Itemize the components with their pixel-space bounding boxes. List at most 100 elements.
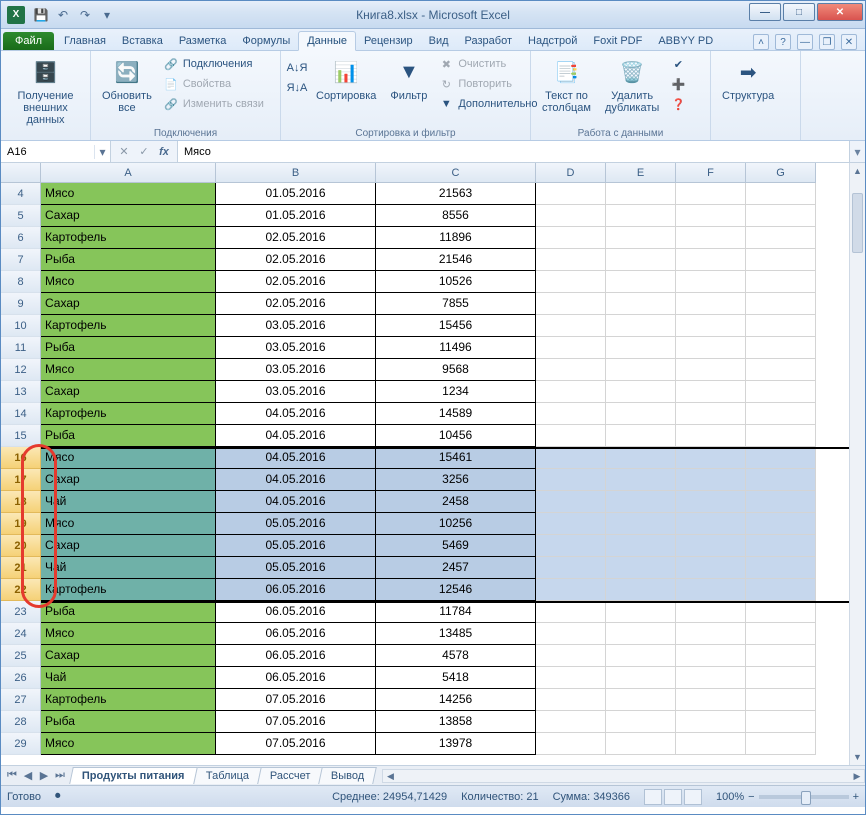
cell[interactable]	[606, 359, 676, 381]
row-header[interactable]: 29	[1, 733, 41, 755]
row-header[interactable]: 17	[1, 469, 41, 491]
tab-file[interactable]: Файл	[3, 32, 54, 50]
cell[interactable]	[606, 667, 676, 689]
cell[interactable]	[676, 623, 746, 645]
cell[interactable]	[676, 645, 746, 667]
get-external-data-button[interactable]: 🗄️ Получение внешних данных	[7, 53, 84, 129]
cell[interactable]: Рыба	[41, 601, 216, 623]
cell[interactable]: 05.05.2016	[216, 535, 376, 557]
sheet-tab[interactable]: Таблица	[193, 767, 262, 784]
cell[interactable]: 21546	[376, 249, 536, 271]
row-header[interactable]: 25	[1, 645, 41, 667]
cell[interactable]	[606, 535, 676, 557]
row-header[interactable]: 24	[1, 623, 41, 645]
cell[interactable]	[536, 425, 606, 447]
row-header[interactable]: 12	[1, 359, 41, 381]
cell[interactable]: Картофель	[41, 403, 216, 425]
hscroll-left-icon[interactable]: ◀	[383, 770, 397, 782]
sort-za-button[interactable]: Я↓А	[287, 79, 307, 97]
sort-button[interactable]: 📊 Сортировка	[311, 53, 381, 105]
sheet-nav-first-icon[interactable]: ⏮	[5, 769, 19, 782]
cell[interactable]: 04.05.2016	[216, 425, 376, 447]
formula-bar-expand-icon[interactable]: ▾	[849, 141, 865, 162]
view-normal-icon[interactable]	[644, 789, 662, 805]
row-header[interactable]: 7	[1, 249, 41, 271]
cell[interactable]	[746, 403, 816, 425]
cell[interactable]: 04.05.2016	[216, 447, 376, 469]
tab-разметка[interactable]: Разметка	[171, 32, 235, 50]
cell[interactable]	[676, 711, 746, 733]
cell[interactable]	[676, 249, 746, 271]
cell[interactable]	[536, 337, 606, 359]
ribbon-minimize-icon[interactable]: ˄	[753, 34, 769, 50]
row-header[interactable]: 28	[1, 711, 41, 733]
cell[interactable]	[536, 271, 606, 293]
cell[interactable]: 06.05.2016	[216, 579, 376, 601]
cell[interactable]: Сахар	[41, 645, 216, 667]
tab-формулы[interactable]: Формулы	[234, 32, 298, 50]
cell[interactable]	[676, 513, 746, 535]
cell[interactable]	[606, 381, 676, 403]
cell[interactable]	[676, 227, 746, 249]
cell[interactable]	[536, 381, 606, 403]
cell[interactable]: 06.05.2016	[216, 667, 376, 689]
tab-главная[interactable]: Главная	[56, 32, 114, 50]
cell[interactable]	[536, 623, 606, 645]
cell[interactable]	[536, 535, 606, 557]
advanced-filter-button[interactable]: ▼Дополнительно	[436, 95, 539, 113]
tab-разработ[interactable]: Разработ	[457, 32, 520, 50]
cell[interactable]: Сахар	[41, 469, 216, 491]
tab-abbyy pd[interactable]: ABBYY PD	[650, 32, 721, 50]
zoom-slider[interactable]	[759, 795, 849, 799]
tab-рецензир[interactable]: Рецензир	[356, 32, 421, 50]
cell[interactable]	[536, 579, 606, 601]
cell[interactable]	[746, 447, 816, 469]
consolidate-button[interactable]: ➕	[668, 75, 688, 93]
cell[interactable]	[746, 227, 816, 249]
cell[interactable]: 07.05.2016	[216, 689, 376, 711]
cell[interactable]	[536, 249, 606, 271]
cell[interactable]	[606, 403, 676, 425]
cell[interactable]	[746, 249, 816, 271]
cell[interactable]	[676, 359, 746, 381]
cell[interactable]: 07.05.2016	[216, 733, 376, 755]
cell[interactable]: Рыба	[41, 711, 216, 733]
cell[interactable]	[606, 293, 676, 315]
row-header[interactable]: 10	[1, 315, 41, 337]
cell[interactable]: Мясо	[41, 513, 216, 535]
cell[interactable]: 15461	[376, 447, 536, 469]
cell[interactable]: 06.05.2016	[216, 601, 376, 623]
cell[interactable]	[536, 601, 606, 623]
cell[interactable]	[606, 271, 676, 293]
vertical-scrollbar[interactable]: ▲ ▼	[849, 163, 865, 765]
cell[interactable]	[606, 689, 676, 711]
cell[interactable]: 9568	[376, 359, 536, 381]
text-to-columns-button[interactable]: 📑 Текст по столбцам	[537, 53, 596, 117]
data-validation-button[interactable]: ✔	[668, 55, 688, 73]
row-header[interactable]: 4	[1, 183, 41, 205]
cell[interactable]	[606, 557, 676, 579]
cell[interactable]	[676, 271, 746, 293]
cell[interactable]: Рыба	[41, 337, 216, 359]
cell[interactable]: 01.05.2016	[216, 183, 376, 205]
cell[interactable]: 14256	[376, 689, 536, 711]
cell[interactable]	[536, 359, 606, 381]
cell[interactable]	[746, 711, 816, 733]
cell[interactable]	[676, 667, 746, 689]
cell[interactable]	[746, 293, 816, 315]
cell[interactable]	[536, 205, 606, 227]
cell[interactable]	[536, 315, 606, 337]
cell[interactable]	[746, 359, 816, 381]
column-header-A[interactable]: A	[41, 163, 216, 183]
cell[interactable]	[746, 513, 816, 535]
row-header[interactable]: 9	[1, 293, 41, 315]
cell[interactable]	[606, 337, 676, 359]
hscroll-right-icon[interactable]: ▶	[850, 770, 864, 782]
edit-links-button[interactable]: 🔗Изменить связи	[161, 95, 266, 113]
cell[interactable]: Мясо	[41, 271, 216, 293]
view-layout-icon[interactable]	[664, 789, 682, 805]
sheet-nav-last-icon[interactable]: ⏭	[53, 769, 67, 782]
cell[interactable]: 11784	[376, 601, 536, 623]
zoom-out-icon[interactable]: −	[748, 791, 754, 803]
whatif-button[interactable]: ❓	[668, 95, 688, 113]
